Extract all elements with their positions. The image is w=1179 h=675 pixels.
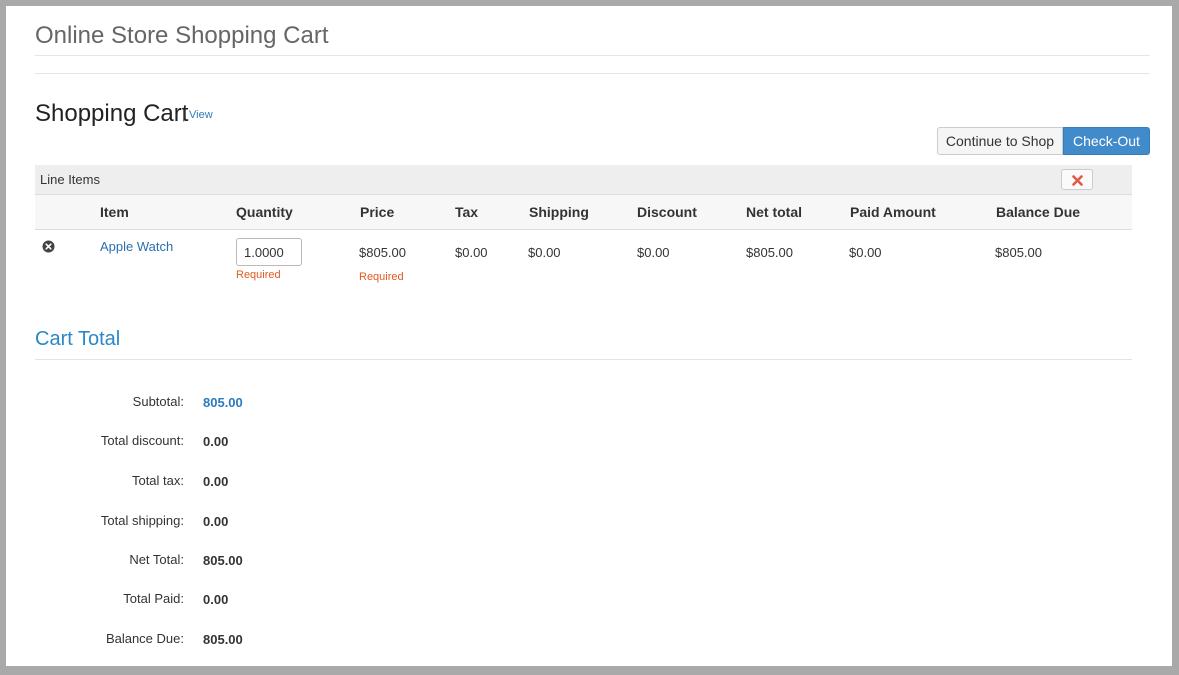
divider xyxy=(35,55,1150,56)
remove-circle-icon[interactable] xyxy=(42,240,55,253)
column-header-paid-amount: Paid Amount xyxy=(850,204,936,220)
heading-separator: | xyxy=(182,107,186,122)
column-header-net-total: Net total xyxy=(746,204,802,220)
net-total-label: Net Total: xyxy=(129,552,184,567)
column-header-tax: Tax xyxy=(455,204,479,220)
continue-to-shop-button[interactable]: Continue to Shop xyxy=(937,127,1063,155)
total-shipping-value: 0.00 xyxy=(203,514,229,529)
total-tax-label: Total tax: xyxy=(131,473,184,488)
view-link[interactable]: View xyxy=(189,109,213,121)
column-header-price: Price xyxy=(360,204,395,220)
column-header-balance-due: Balance Due xyxy=(996,204,1081,220)
balance-due-value: 805.00 xyxy=(203,632,243,647)
price-required-hint: Required xyxy=(359,271,404,283)
net-total-value: 805.00 xyxy=(203,553,243,568)
page-title: Shopping Cart xyxy=(35,100,189,127)
close-icon xyxy=(1072,175,1083,186)
quantity-input[interactable] xyxy=(236,238,302,266)
page-frame: Online Store Shopping Cart Shopping Cart… xyxy=(6,6,1172,666)
net-total-cell: $805.00 xyxy=(746,245,793,260)
paid-amount-cell: $0.00 xyxy=(849,245,882,260)
line-items-header: Line Items xyxy=(35,165,1132,195)
total-tax-value: 0.00 xyxy=(203,474,229,489)
column-header-item: Item xyxy=(100,204,129,220)
total-discount-label: Total discount: xyxy=(100,433,184,448)
balance-due-label: Balance Due: xyxy=(105,631,184,646)
item-link[interactable]: Apple Watch xyxy=(100,239,173,254)
table-header-row: Item Quantity Price Tax Shipping Discoun… xyxy=(35,195,1132,230)
price-cell: $805.00 xyxy=(359,245,406,260)
clear-cart-button[interactable] xyxy=(1061,169,1093,190)
line-items-label: Line Items xyxy=(40,172,100,187)
shipping-cell: $0.00 xyxy=(528,245,561,260)
subtotal-value[interactable]: 805.00 xyxy=(203,395,243,410)
subtotal-label: Subtotal: xyxy=(132,394,184,409)
divider xyxy=(35,73,1150,74)
cart-total-title: Cart Total xyxy=(35,328,121,350)
total-shipping-label: Total shipping: xyxy=(100,513,184,528)
column-header-quantity: Quantity xyxy=(236,204,293,220)
column-header-shipping: Shipping xyxy=(529,204,589,220)
column-header-discount: Discount xyxy=(637,204,697,220)
total-paid-value: 0.00 xyxy=(203,592,229,607)
total-paid-label: Total Paid: xyxy=(123,591,184,606)
discount-cell: $0.00 xyxy=(637,245,670,260)
balance-due-cell: $805.00 xyxy=(995,245,1042,260)
checkout-button[interactable]: Check-Out xyxy=(1063,127,1150,155)
total-discount-value: 0.00 xyxy=(203,434,229,449)
app-title: Online Store Shopping Cart xyxy=(35,22,329,49)
tax-cell: $0.00 xyxy=(455,245,488,260)
divider xyxy=(35,359,1132,360)
quantity-required-hint: Required xyxy=(236,269,281,281)
